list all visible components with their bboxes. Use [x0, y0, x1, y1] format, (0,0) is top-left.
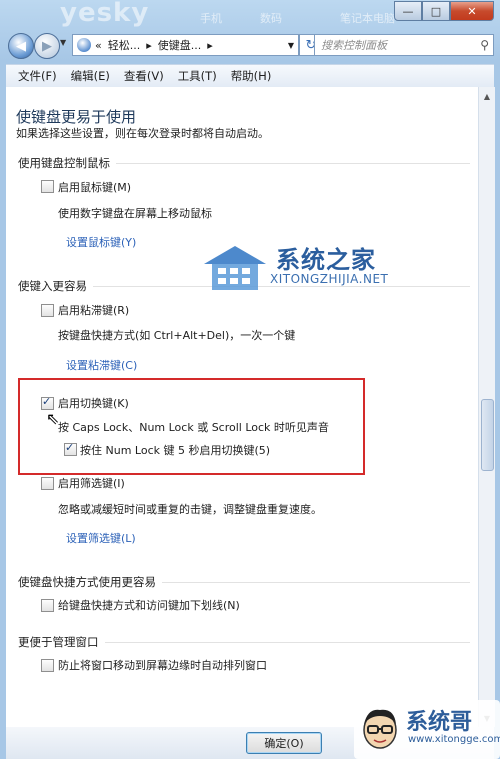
corner-brand: 系统哥 — [406, 710, 473, 735]
breadcrumb-overflow[interactable]: « — [95, 39, 102, 52]
section-mouse-keys: 使用键盘控制鼠标 — [18, 155, 470, 171]
setup-filter-keys-link[interactable]: 设置筛选键(L) — [66, 530, 136, 546]
sticky-keys-label[interactable]: 启用粘滞键(R) — [58, 302, 129, 318]
close-button[interactable]: ✕ — [450, 1, 494, 21]
menu-edit[interactable]: 编辑(E) — [71, 68, 110, 84]
watermark-item: 手机 — [200, 12, 222, 25]
navigation-bar: ◀ ▶ ▼ « 轻松... ▸ 使键盘... ▸ ▼ ↻ 搜索控制面板 ⚲ — [6, 32, 494, 59]
num-lock-toggle-checkbox[interactable] — [64, 441, 77, 456]
search-placeholder: 搜索控制面板 — [321, 39, 387, 52]
minimize-icon: — — [402, 4, 414, 18]
title-bar: yesky 手机 数码 笔记本电脑 — □ ✕ — [0, 0, 500, 28]
divider — [116, 162, 470, 164]
page-title: 使键盘更易于使用 — [16, 108, 137, 126]
section-shortcuts: 使键盘快捷方式使用更容易 — [18, 574, 470, 590]
scroll-up-icon[interactable]: ▲ — [481, 89, 493, 103]
divider — [162, 581, 470, 583]
close-icon: ✕ — [467, 4, 477, 18]
sticky-keys-description: 按键盘快捷方式(如 Ctrl+Alt+Del)，一次一个键 — [58, 329, 296, 342]
watermark-yesky: yesky — [60, 0, 150, 28]
prevent-snap-label[interactable]: 防止将窗口移动到屏幕边缘时自动排列窗口 — [58, 657, 267, 673]
menu-bar: 文件(F) 编辑(E) 查看(V) 工具(T) 帮助(H) — [6, 64, 494, 88]
maximize-button[interactable]: □ — [422, 1, 450, 21]
watermark-site: XITONGZHIJIA.NET — [270, 272, 389, 286]
search-input[interactable]: 搜索控制面板 ⚲ — [314, 34, 494, 56]
mascot-icon — [363, 709, 397, 749]
toggle-keys-description: 按 Caps Lock、Num Lock 或 Scroll Lock 时听见声音 — [58, 421, 329, 434]
setup-mouse-keys-link[interactable]: 设置鼠标键(Y) — [66, 234, 136, 250]
mouse-keys-label[interactable]: 启用鼠标键(M) — [58, 179, 131, 195]
breadcrumb-ease-of-access[interactable]: 轻松... — [108, 37, 141, 53]
underline-shortcuts-label[interactable]: 给键盘快捷方式和访问键加下划线(N) — [58, 597, 240, 613]
search-icon[interactable]: ⚲ — [480, 38, 489, 52]
watermark-item: 笔记本电脑 — [340, 12, 395, 25]
menu-tools[interactable]: 工具(T) — [178, 68, 217, 84]
house-logo-icon — [204, 246, 266, 290]
filter-keys-description: 忽略或减缓短时间或重复的击键，调整键盘重复速度。 — [58, 503, 322, 516]
ok-button[interactable]: 确定(O) — [246, 732, 322, 754]
back-button[interactable]: ◀ — [8, 33, 34, 59]
filter-keys-checkbox[interactable] — [41, 477, 54, 490]
back-arrow-icon: ◀ — [16, 38, 26, 54]
sticky-keys-checkbox[interactable] — [41, 304, 54, 317]
num-lock-toggle-label[interactable]: 按住 Num Lock 键 5 秒启用切换键(5) — [80, 442, 270, 458]
section-header: 使键盘快捷方式使用更容易 — [18, 575, 156, 589]
menu-help[interactable]: 帮助(H) — [231, 68, 272, 84]
section-window-management: 更便于管理窗口 — [18, 634, 470, 650]
underline-shortcuts-checkbox[interactable] — [41, 599, 54, 612]
scroll-thumb[interactable] — [481, 399, 494, 471]
minimize-button[interactable]: — — [394, 1, 422, 21]
recent-pages-dropdown-icon[interactable]: ▼ — [60, 38, 66, 47]
control-panel-icon — [77, 38, 91, 52]
vertical-scrollbar[interactable]: ▲ ▼ — [478, 87, 495, 727]
address-bar[interactable]: « 轻松... ▸ 使键盘... ▸ ▼ — [72, 34, 299, 56]
maximize-icon: □ — [430, 4, 442, 18]
divider — [104, 641, 470, 643]
section-header: 使键入更容易 — [18, 279, 87, 293]
prevent-snap-checkbox[interactable] — [41, 659, 54, 672]
page-subtitle: 如果选择这些设置，则在每次登录时都将自动启动。 — [16, 127, 269, 140]
forward-arrow-icon: ▶ — [42, 38, 52, 54]
corner-watermark: 系统哥 www.xitongge.com — [354, 700, 500, 759]
toggle-keys-label[interactable]: 启用切换键(K) — [58, 395, 129, 411]
setup-sticky-keys-link[interactable]: 设置粘滞键(C) — [66, 357, 137, 373]
window-controls: — □ ✕ — [394, 1, 494, 21]
watermark-name: 系统之家 — [276, 246, 376, 274]
forward-button[interactable]: ▶ — [34, 33, 60, 59]
watermark-logo: 系统之家 XITONGZHIJIA.NET — [200, 240, 420, 300]
mouse-keys-description: 使用数字键盘在屏幕上移动鼠标 — [58, 207, 212, 220]
filter-keys-label[interactable]: 启用筛选键(I) — [58, 475, 125, 491]
section-header: 使用键盘控制鼠标 — [18, 156, 110, 170]
watermark-item: 数码 — [260, 12, 282, 25]
window: yesky 手机 数码 笔记本电脑 — □ ✕ ◀ ▶ ▼ « 轻松... ▸ … — [0, 0, 500, 759]
address-dropdown-icon[interactable]: ▼ — [288, 41, 294, 50]
breadcrumb-separator-icon[interactable]: ▸ — [146, 39, 152, 52]
menu-file[interactable]: 文件(F) — [18, 68, 57, 84]
content-pane: 使键盘更易于使用 如果选择这些设置，则在每次登录时都将自动启动。 使用键盘控制鼠… — [6, 87, 478, 727]
menu-view[interactable]: 查看(V) — [124, 68, 164, 84]
mouse-keys-checkbox[interactable] — [41, 180, 54, 193]
corner-url: www.xitongge.com — [408, 734, 500, 745]
breadcrumb-separator-icon[interactable]: ▸ — [207, 39, 213, 52]
section-header: 更便于管理窗口 — [18, 635, 99, 649]
breadcrumb-keyboard[interactable]: 使键盘... — [158, 37, 202, 53]
